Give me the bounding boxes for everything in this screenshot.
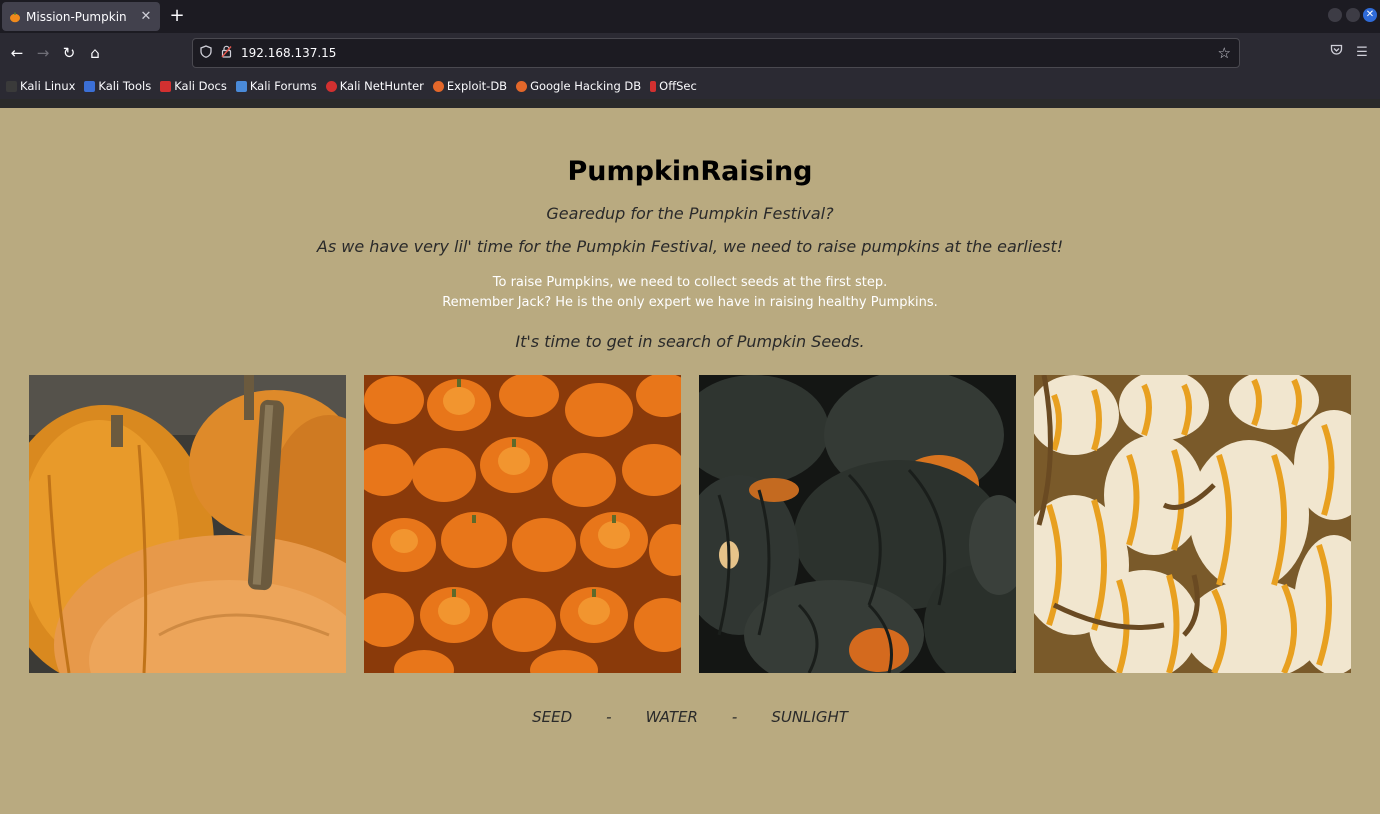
new-tab-button[interactable]: + — [166, 4, 188, 28]
shield-icon[interactable] — [199, 44, 213, 62]
bookmark-label: OffSec — [659, 79, 697, 93]
small-orange-pumpkins-photo — [364, 375, 681, 673]
keyword-water: WATER — [645, 708, 698, 726]
keyword-seed: SEED — [532, 708, 573, 726]
bookmark-label: Kali NetHunter — [339, 79, 424, 93]
large-orange-pumpkins-photo — [29, 375, 346, 673]
separator: - — [606, 708, 612, 726]
bookmark-label: Kali Forums — [249, 79, 317, 93]
reload-button[interactable]: ↻ — [58, 42, 80, 64]
toolbar-separator — [0, 99, 1380, 108]
navigation-bar: ← → ↻ ⌂ 192.168.137.15 ☆ ☰ — [0, 33, 1380, 73]
address-bar[interactable]: 192.168.137.15 ☆ — [192, 38, 1240, 68]
offsec-icon — [650, 80, 657, 92]
bookmark-offsec[interactable]: OffSec — [650, 79, 697, 93]
call-to-action: It's time to get in search of Pumpkin Se… — [515, 332, 865, 351]
bookmark-kali-docs[interactable]: Kali Docs — [160, 79, 227, 93]
ghdb-icon — [516, 80, 528, 92]
white-striped-pumpkins-photo — [1034, 375, 1351, 673]
page-content: PumpkinRaising Gearedup for the Pumpkin … — [0, 108, 1380, 814]
bookmark-google-hacking-db[interactable]: Google Hacking DB — [516, 79, 641, 93]
pumpkin-gallery — [29, 375, 1351, 673]
bookmarks-toolbar: Kali Linux Kali Tools Kali Docs Kali For… — [0, 73, 1380, 99]
footer-keywords: SEED - WATER - SUNLIGHT — [0, 708, 1380, 726]
bookmark-star-icon[interactable]: ☆ — [1218, 44, 1231, 62]
bookmark-label: Kali Docs — [174, 79, 227, 93]
tagline: Gearedup for the Pumpkin Festival? — [546, 204, 834, 223]
pocket-icon[interactable] — [1326, 43, 1346, 63]
tab-mission-pumpkin[interactable]: Mission-Pumpkin ✕ — [2, 2, 160, 31]
keyword-sunlight: SUNLIGHT — [771, 708, 848, 726]
bookmark-kali-tools[interactable]: Kali Tools — [84, 79, 151, 93]
bookmark-kali-linux[interactable]: Kali Linux — [6, 79, 75, 93]
home-button[interactable]: ⌂ — [84, 42, 106, 64]
dark-green-acorn-squash-photo — [699, 375, 1016, 673]
bookmark-label: Exploit-DB — [446, 79, 508, 93]
tab-close-icon[interactable]: ✕ — [138, 9, 154, 24]
bookmark-label: Kali Tools — [98, 79, 152, 93]
url-text[interactable]: 192.168.137.15 — [241, 46, 1218, 60]
subtitle: As we have very lil' time for the Pumpki… — [316, 237, 1064, 256]
bookmark-kali-nethunter[interactable]: Kali NetHunter — [325, 79, 424, 93]
exploit-db-icon — [432, 80, 444, 92]
menu-hamburger-icon[interactable]: ☰ — [1352, 43, 1372, 63]
kali-docs-icon — [160, 80, 172, 92]
forward-button[interactable]: → — [32, 42, 54, 64]
close-window-button[interactable]: ✕ — [1363, 8, 1377, 22]
minimize-window-button[interactable] — [1328, 8, 1342, 22]
bookmark-kali-forums[interactable]: Kali Forums — [235, 79, 317, 93]
bookmark-label: Kali Linux — [20, 79, 76, 93]
maximize-window-button[interactable] — [1346, 8, 1360, 22]
tab-title: Mission-Pumpkin — [26, 9, 127, 24]
bookmark-label: Google Hacking DB — [530, 79, 642, 93]
kali-tools-icon — [84, 80, 96, 92]
info-line-2: Remember Jack? He is the only expert we … — [442, 295, 938, 310]
back-button[interactable]: ← — [6, 42, 28, 64]
kali-forums-icon — [235, 80, 247, 92]
kali-dragon-icon — [6, 80, 17, 92]
separator: - — [731, 708, 738, 726]
bookmark-exploit-db[interactable]: Exploit-DB — [432, 79, 508, 93]
insecure-lock-icon[interactable] — [219, 45, 233, 62]
kali-nethunter-icon — [325, 80, 337, 92]
info-line-1: To raise Pumpkins, we need to collect se… — [492, 275, 888, 290]
page-title: PumpkinRaising — [567, 156, 813, 187]
tab-bar: Mission-Pumpkin ✕ + ✕ — [0, 0, 1380, 33]
pumpkin-favicon-icon — [10, 12, 20, 22]
info-paragraph: To raise Pumpkins, we need to collect se… — [0, 273, 1380, 313]
